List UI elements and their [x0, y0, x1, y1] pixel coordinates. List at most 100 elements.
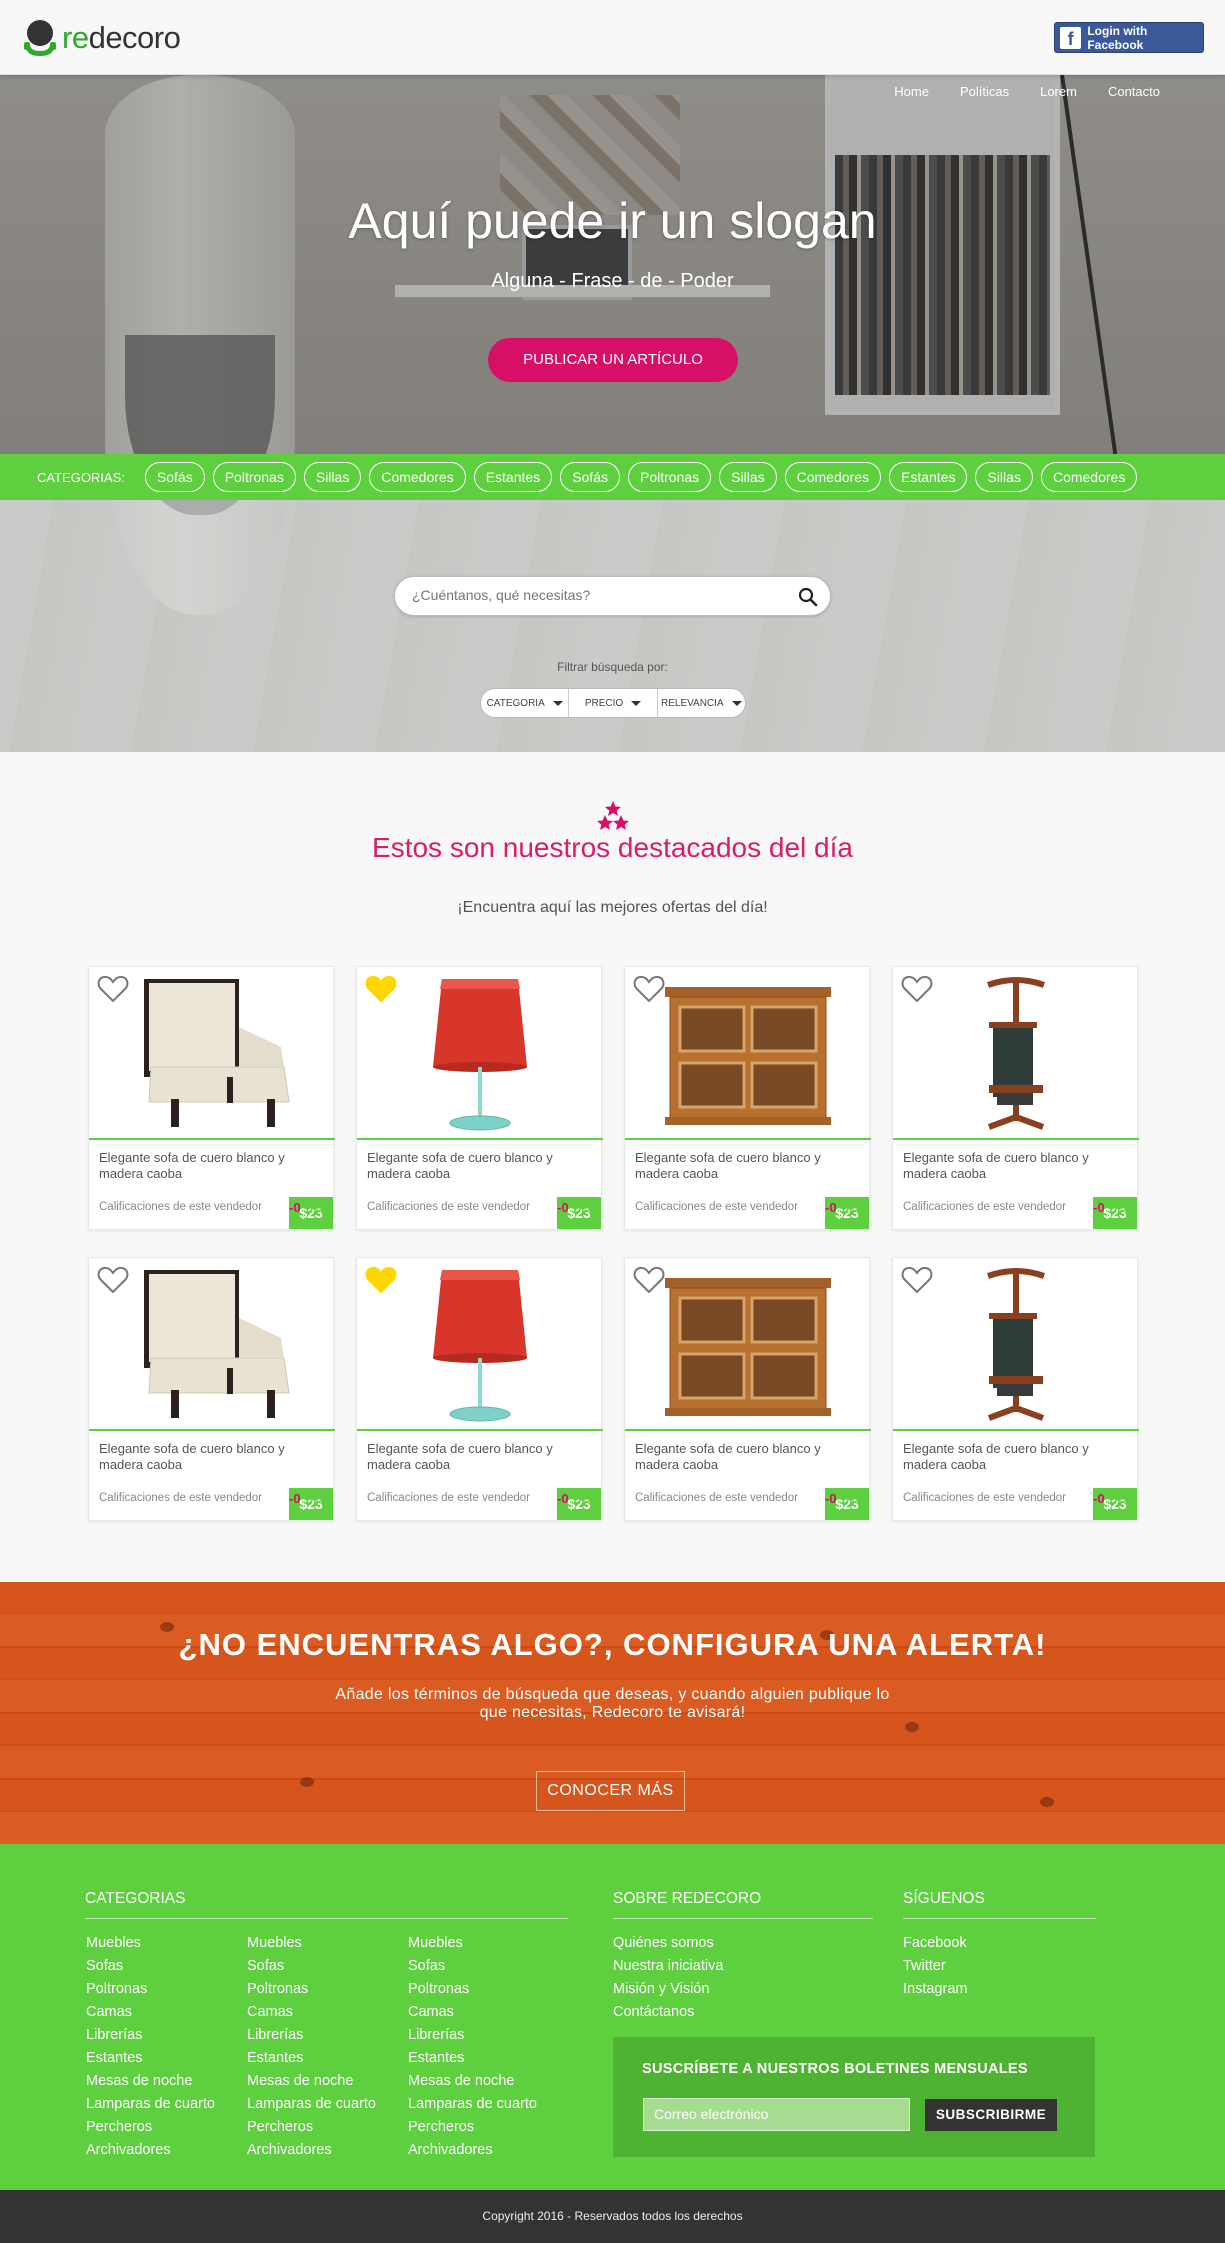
heart-icon[interactable] [97, 1266, 129, 1294]
logo[interactable]: redecoro [22, 16, 181, 60]
footer-link[interactable]: Muebles [247, 1932, 376, 1955]
heart-icon[interactable] [365, 975, 397, 1003]
footer-about-title: SOBRE REDECORO [613, 1890, 873, 1919]
filter-categoria-dropdown[interactable]: CATEGORIA [481, 689, 570, 717]
product-card[interactable]: $23 Elegante sofa de cuero blanco y made… [356, 1257, 603, 1521]
footer-follow-title: SÍGUENOS [903, 1890, 1096, 1919]
footer-link[interactable]: Poltronas [247, 1978, 376, 2001]
product-title[interactable]: Elegante sofa de cuero blanco y madera c… [99, 1441, 309, 1473]
heart-icon[interactable] [365, 1266, 397, 1294]
footer-link[interactable]: Estantes [408, 2047, 537, 2070]
category-pill[interactable]: Comedores [784, 462, 881, 492]
product-title[interactable]: Elegante sofa de cuero blanco y madera c… [635, 1441, 845, 1473]
heart-icon[interactable] [901, 1266, 933, 1294]
product-card[interactable]: $23 Elegante sofa de cuero blanco y made… [624, 1257, 871, 1521]
category-pill[interactable]: Poltronas [212, 462, 296, 492]
product-card[interactable]: $23 Elegante sofa de cuero blanco y made… [892, 966, 1139, 1230]
category-pill[interactable]: Sillas [719, 462, 777, 492]
product-card[interactable]: $23 Elegante sofa de cuero blanco y made… [356, 966, 603, 1230]
footer-link[interactable]: Sofas [408, 1955, 537, 1978]
footer-link[interactable]: Sofas [86, 1955, 215, 1978]
search-input[interactable] [412, 587, 782, 603]
nav-contacto[interactable]: Contacto [1108, 84, 1160, 99]
product-title[interactable]: Elegante sofa de cuero blanco y madera c… [635, 1150, 845, 1182]
wood-knot [1040, 1797, 1054, 1807]
footer-link[interactable]: Librerías [247, 2024, 376, 2047]
featured-subtitle: ¡Encuentra aquí las mejores ofertas del … [457, 899, 768, 916]
footer-link[interactable]: Contáctanos [613, 2001, 723, 2024]
product-card[interactable]: $23 Elegante sofa de cuero blanco y made… [892, 1257, 1139, 1521]
footer-link[interactable]: Instagram [903, 1978, 967, 2001]
category-pill[interactable]: Comedores [369, 462, 466, 492]
category-pill[interactable]: Sillas [975, 462, 1033, 492]
main-nav: Home Políticas Lorem Contacto [894, 84, 1160, 99]
publish-article-button[interactable]: PUBLICAR UN ARTÍCULO [488, 338, 738, 382]
nav-home[interactable]: Home [894, 84, 929, 99]
product-title[interactable]: Elegante sofa de cuero blanco y madera c… [903, 1441, 1113, 1473]
subscribe-button[interactable]: SUBSCRIBIRME [925, 2099, 1057, 2131]
logo-text-suffix: decoro [88, 20, 181, 55]
heart-icon[interactable] [633, 1266, 665, 1294]
product-title[interactable]: Elegante sofa de cuero blanco y madera c… [903, 1150, 1113, 1182]
category-pill[interactable]: Poltronas [628, 462, 712, 492]
footer-link[interactable]: Poltronas [408, 1978, 537, 2001]
footer-link[interactable]: Estantes [247, 2047, 376, 2070]
rating-negative: -0 [1093, 1491, 1105, 1506]
footer-link[interactable]: Quiénes somos [613, 1932, 723, 1955]
learn-more-button[interactable]: CONOCER MÁS [536, 1771, 685, 1811]
newsletter-email-input[interactable]: Correo electrónico [643, 2098, 910, 2131]
footer-link[interactable]: Poltronas [86, 1978, 215, 2001]
heart-icon[interactable] [97, 975, 129, 1003]
hero-banner [0, 75, 1225, 752]
footer-link[interactable]: Archivadores [247, 2139, 376, 2162]
hero-subslogan: Alguna - Frase - de - Poder [491, 270, 734, 292]
nav-lorem[interactable]: Lorem [1040, 84, 1077, 99]
category-pill[interactable]: Sillas [303, 462, 362, 492]
heart-icon[interactable] [901, 975, 933, 1003]
footer-link[interactable]: Muebles [86, 1932, 215, 1955]
nav-politicas[interactable]: Políticas [960, 84, 1009, 99]
seller-rating-label: Calificaciones de este vendedor [367, 1492, 531, 1504]
filter-precio-dropdown[interactable]: PRECIO [569, 689, 658, 717]
category-pill[interactable]: Estantes [473, 462, 553, 492]
footer-link[interactable]: Camas [247, 2001, 376, 2024]
footer-link[interactable]: Percheros [247, 2116, 376, 2139]
product-card[interactable]: $23 Elegante sofa de cuero blanco y made… [88, 966, 335, 1230]
filter-relevancia-dropdown[interactable]: RELEVANCIA [658, 689, 745, 717]
footer-link[interactable]: Mesas de noche [408, 2070, 537, 2093]
footer-link[interactable]: Mesas de noche [247, 2070, 376, 2093]
footer-link[interactable]: Librerías [408, 2024, 537, 2047]
footer-link[interactable]: Lamparas de cuarto [86, 2093, 215, 2116]
category-pill[interactable]: Sofás [560, 462, 620, 492]
footer-link[interactable]: Lamparas de cuarto [408, 2093, 537, 2116]
product-card[interactable]: $23 Elegante sofa de cuero blanco y made… [88, 1257, 335, 1521]
footer-link[interactable]: Facebook [903, 1932, 967, 1955]
seller-rating-label: Calificaciones de este vendedor [367, 1201, 531, 1213]
product-title[interactable]: Elegante sofa de cuero blanco y madera c… [99, 1150, 309, 1182]
category-pill[interactable]: Estantes [889, 462, 968, 492]
footer-link[interactable]: Lamparas de cuarto [247, 2093, 376, 2116]
category-pill[interactable]: Comedores [1040, 462, 1138, 492]
footer-link[interactable]: Archivadores [86, 2139, 215, 2162]
footer-link[interactable]: Twitter [903, 1955, 967, 1978]
footer-link[interactable]: Camas [86, 2001, 215, 2024]
footer-link[interactable]: Nuestra iniciativa [613, 1955, 723, 1978]
product-title[interactable]: Elegante sofa de cuero blanco y madera c… [367, 1441, 577, 1473]
search-icon[interactable] [798, 587, 818, 607]
footer-link[interactable]: Percheros [408, 2116, 537, 2139]
footer-link[interactable]: Sofas [247, 1955, 376, 1978]
heart-icon[interactable] [633, 975, 665, 1003]
footer-link[interactable]: Misión y Visión [613, 1978, 723, 2001]
category-pill[interactable]: Sofás [144, 462, 205, 492]
footer-link[interactable]: Librerías [86, 2024, 215, 2047]
footer-link[interactable]: Archivadores [408, 2139, 537, 2162]
footer-link[interactable]: Muebles [408, 1932, 537, 1955]
newsletter-title: SUSCRÍBETE A NUESTROS BOLETINES MENSUALE… [642, 2061, 1028, 2077]
product-title[interactable]: Elegante sofa de cuero blanco y madera c… [367, 1150, 577, 1182]
footer-link[interactable]: Percheros [86, 2116, 215, 2139]
product-card[interactable]: $23 Elegante sofa de cuero blanco y made… [624, 966, 871, 1230]
facebook-login-button[interactable]: f Login with Facebook [1054, 22, 1204, 53]
footer-link[interactable]: Mesas de noche [86, 2070, 215, 2093]
footer-link[interactable]: Estantes [86, 2047, 215, 2070]
footer-link[interactable]: Camas [408, 2001, 537, 2024]
